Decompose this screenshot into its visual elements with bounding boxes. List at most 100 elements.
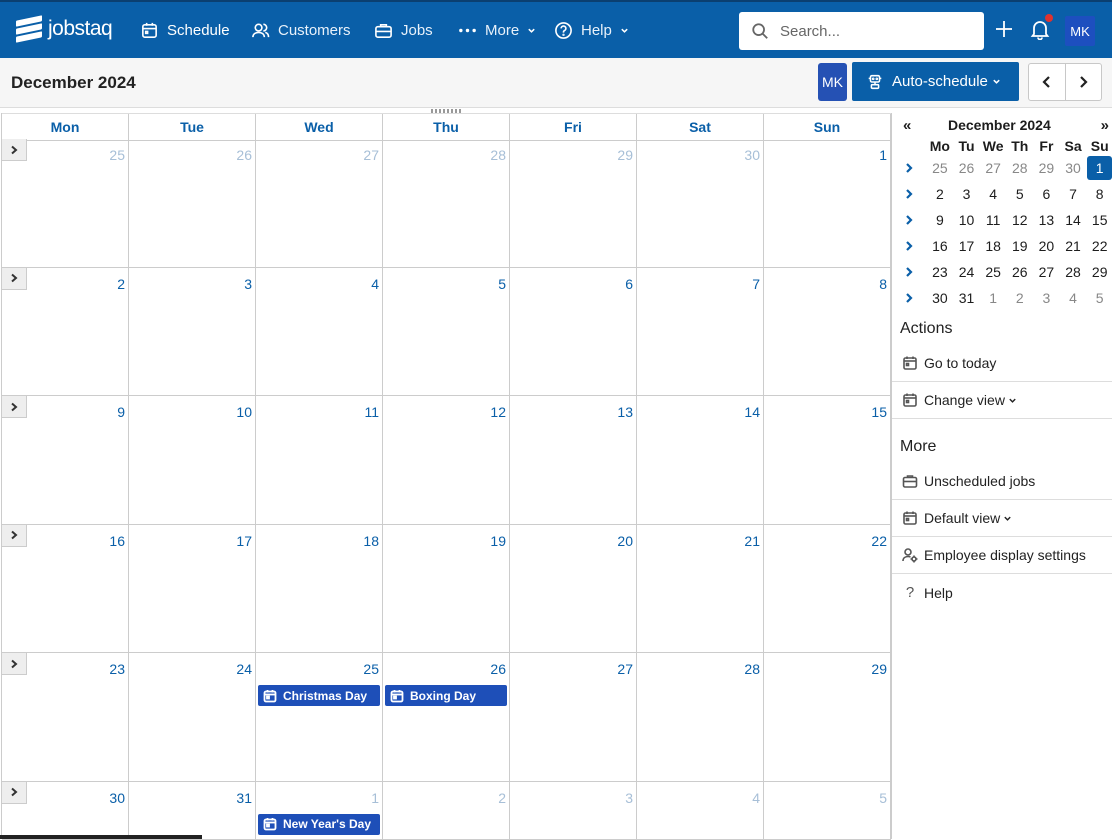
calendar-day-cell[interactable]: 21: [637, 524, 764, 654]
add-button[interactable]: [993, 18, 1015, 40]
mini-calendar-day[interactable]: 20: [1033, 238, 1060, 254]
calendar-day-cell[interactable]: 1 New Year's Day: [256, 781, 383, 840]
mini-calendar-next-button[interactable]: »: [1101, 117, 1109, 134]
mini-calendar-day[interactable]: 21: [1060, 238, 1087, 254]
mini-calendar-day[interactable]: 14: [1060, 212, 1087, 228]
mini-week-select-button[interactable]: [892, 162, 927, 174]
mini-calendar-day[interactable]: 3: [1033, 290, 1060, 306]
mini-week-select-button[interactable]: [892, 188, 927, 200]
mini-calendar-day[interactable]: 4: [1060, 290, 1087, 306]
employee-display-settings-action[interactable]: Employee display settings: [892, 537, 1112, 574]
nav-schedule[interactable]: Schedule: [140, 2, 230, 58]
calendar-day-cell[interactable]: 4: [256, 267, 383, 397]
mini-week-select-button[interactable]: [892, 266, 927, 278]
calendar-day-cell[interactable]: 29: [510, 139, 637, 268]
calendar-day-cell[interactable]: 8: [764, 267, 891, 397]
calendar-day-cell[interactable]: 20: [510, 524, 637, 654]
help-action[interactable]: ? Help: [892, 574, 1112, 611]
calendar-day-cell[interactable]: 12: [383, 396, 510, 525]
calendar-day-cell[interactable]: 26: [129, 139, 256, 268]
mini-calendar-day[interactable]: 7: [1060, 186, 1087, 202]
mini-calendar-day[interactable]: 12: [1006, 212, 1033, 228]
calendar-day-cell[interactable]: 3: [129, 267, 256, 397]
mini-calendar-day[interactable]: 31: [953, 290, 980, 306]
mini-calendar-day[interactable]: 8: [1086, 186, 1112, 202]
mini-calendar-day[interactable]: 5: [1086, 290, 1112, 306]
mini-calendar-day[interactable]: 28: [1006, 160, 1033, 176]
calendar-day-cell[interactable]: 5: [383, 267, 510, 397]
holiday-event[interactable]: Christmas Day: [258, 685, 380, 707]
calendar-day-cell[interactable]: 28: [383, 139, 510, 268]
expand-week-button[interactable]: [2, 653, 27, 676]
calendar-day-cell[interactable]: 25 Christmas Day: [256, 653, 383, 782]
jobstaq-logo[interactable]: jobstaq: [16, 15, 113, 43]
go-to-today-action[interactable]: Go to today: [892, 345, 1112, 382]
calendar-day-cell[interactable]: 6: [510, 267, 637, 397]
mini-week-select-button[interactable]: [892, 214, 927, 226]
mini-calendar-day[interactable]: 26: [1006, 264, 1033, 280]
expand-week-button[interactable]: [2, 139, 27, 161]
calendar-day-cell[interactable]: 17: [129, 524, 256, 654]
mini-calendar-day[interactable]: 1: [980, 290, 1007, 306]
mini-calendar-day[interactable]: 29: [1086, 264, 1112, 280]
expand-week-button[interactable]: [2, 396, 27, 419]
calendar-day-cell[interactable]: 4: [637, 781, 764, 840]
default-view-dropdown[interactable]: Default view: [892, 500, 1112, 537]
mini-calendar-day[interactable]: 26: [953, 160, 980, 176]
mini-calendar-day[interactable]: 24: [953, 264, 980, 280]
mini-calendar-day[interactable]: 1: [1087, 156, 1112, 180]
calendar-day-cell[interactable]: 30: [637, 139, 764, 268]
calendar-day-cell[interactable]: 3: [510, 781, 637, 840]
expand-week-button[interactable]: [2, 781, 27, 804]
next-month-button[interactable]: [1066, 64, 1102, 100]
unscheduled-jobs-action[interactable]: Unscheduled jobs: [892, 463, 1112, 500]
mini-calendar-day[interactable]: 25: [927, 160, 954, 176]
calendar-day-cell[interactable]: 15: [764, 396, 891, 525]
mini-calendar-day[interactable]: 29: [1033, 160, 1060, 176]
mini-calendar-day[interactable]: 2: [1006, 290, 1033, 306]
auto-schedule-button[interactable]: Auto-schedule: [852, 62, 1019, 101]
calendar-day-cell[interactable]: 2: [383, 781, 510, 840]
previous-month-button[interactable]: [1029, 64, 1066, 100]
calendar-day-cell[interactable]: 27: [256, 139, 383, 268]
expand-week-button[interactable]: [2, 267, 27, 290]
calendar-day-cell[interactable]: 14: [637, 396, 764, 525]
mini-calendar-prev-button[interactable]: «: [903, 117, 911, 134]
holiday-event[interactable]: New Year's Day: [258, 813, 380, 835]
calendar-day-cell[interactable]: 28: [637, 653, 764, 782]
calendar-day-cell[interactable]: 27: [510, 653, 637, 782]
mini-calendar-day[interactable]: 19: [1006, 238, 1033, 254]
mini-calendar-day[interactable]: 27: [980, 160, 1007, 176]
calendar-day-cell[interactable]: 11: [256, 396, 383, 525]
change-view-dropdown[interactable]: Change view: [892, 382, 1112, 419]
mini-calendar-day[interactable]: 18: [980, 238, 1007, 254]
mini-calendar-day[interactable]: 22: [1086, 238, 1112, 254]
mini-calendar-day[interactable]: 15: [1086, 212, 1112, 228]
nav-more[interactable]: More: [458, 2, 536, 58]
nav-jobs[interactable]: Jobs: [374, 2, 433, 58]
mini-calendar-day[interactable]: 4: [980, 186, 1007, 202]
calendar-day-cell[interactable]: 22: [764, 524, 891, 654]
nav-help[interactable]: Help: [554, 2, 629, 58]
calendar-day-cell[interactable]: 7: [637, 267, 764, 397]
calendar-day-cell[interactable]: 13: [510, 396, 637, 525]
mini-week-select-button[interactable]: [892, 292, 927, 304]
mini-calendar-day[interactable]: 28: [1060, 264, 1087, 280]
expand-week-button[interactable]: [2, 524, 27, 547]
mini-calendar-day[interactable]: 13: [1033, 212, 1060, 228]
mini-calendar-day[interactable]: 23: [927, 264, 954, 280]
user-avatar[interactable]: MK: [1065, 16, 1095, 46]
mini-calendar-day[interactable]: 30: [1060, 160, 1087, 176]
calendar-day-cell[interactable]: 29: [764, 653, 891, 782]
mini-calendar-day[interactable]: 16: [927, 238, 954, 254]
calendar-day-cell[interactable]: 24: [129, 653, 256, 782]
calendar-day-cell[interactable]: 19: [383, 524, 510, 654]
mini-calendar-day[interactable]: 11: [980, 212, 1007, 228]
holiday-event[interactable]: Boxing Day: [385, 685, 507, 707]
mini-calendar-day[interactable]: 9: [927, 212, 954, 228]
calendar-day-cell[interactable]: 26 Boxing Day: [383, 653, 510, 782]
mini-calendar-day[interactable]: 30: [927, 290, 954, 306]
calendar-day-cell[interactable]: 18: [256, 524, 383, 654]
calendar-day-cell[interactable]: 10: [129, 396, 256, 525]
calendar-day-cell[interactable]: 31: [129, 781, 256, 840]
